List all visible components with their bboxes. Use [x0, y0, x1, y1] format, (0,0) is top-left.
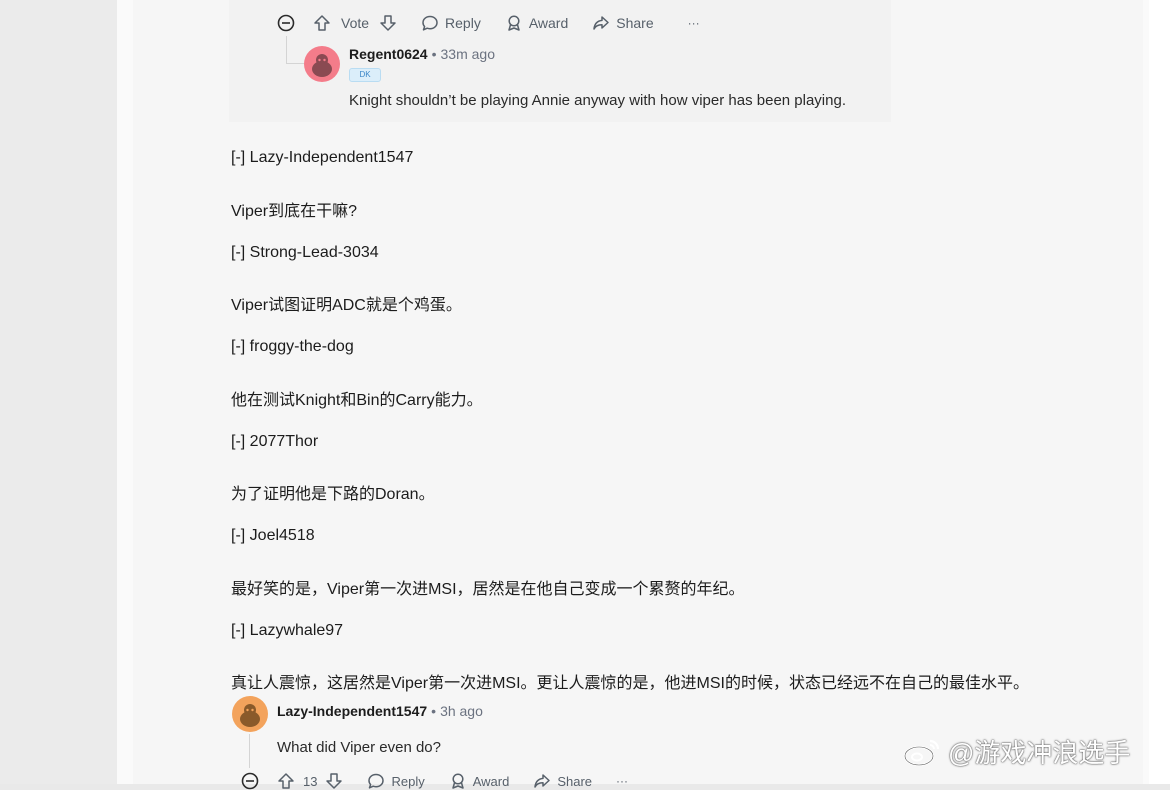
share-label: Share — [616, 15, 654, 31]
collapse-button[interactable] — [241, 772, 259, 790]
comment-action-bar: Vote Reply Award Share ··· — [277, 14, 724, 32]
comment-action-bar: 13 Reply Award Share ··· — [241, 772, 652, 790]
commenter-name: [-] Lazy-Independent1547 — [231, 149, 414, 166]
vote-control: 13 — [277, 772, 343, 790]
weibo-icon — [903, 739, 940, 766]
translated-comment: 为了证明他是下路的Doran。 — [231, 486, 435, 503]
downvote-icon[interactable] — [325, 772, 343, 790]
award-label: Award — [528, 15, 569, 31]
more-options-button[interactable]: ··· — [616, 774, 628, 788]
separator-dot: • — [431, 46, 437, 62]
share-button[interactable]: Share — [592, 14, 654, 32]
vote-count: 13 — [303, 773, 318, 789]
translated-comment: Viper到底在干嘛? — [231, 203, 357, 220]
upvote-icon[interactable] — [313, 14, 331, 32]
comment-text: Knight shouldn’t be playing Annie anyway… — [349, 92, 846, 109]
commenter-name: [-] Strong-Lead-3034 — [231, 244, 379, 261]
more-options-icon: ··· — [687, 16, 700, 30]
avatar[interactable] — [304, 46, 340, 82]
watermark-text: @游戏冲浪选手 — [948, 738, 1131, 768]
right-strip — [1149, 0, 1170, 784]
comment-meta: Lazy-Independent1547 • 3h ago — [277, 703, 483, 719]
reply-icon — [422, 15, 438, 31]
share-icon — [534, 774, 551, 788]
watermark: @游戏冲浪选手 — [902, 733, 1130, 770]
thread-line-branch — [286, 63, 304, 64]
downvote-icon[interactable] — [379, 14, 397, 32]
commenter-name: [-] Lazywhale97 — [231, 622, 344, 639]
comment-text: What did Viper even do? — [277, 739, 441, 756]
award-icon — [508, 15, 520, 31]
upvote-icon[interactable] — [277, 772, 295, 790]
collapse-icon — [277, 14, 295, 32]
thread-line — [249, 734, 250, 768]
more-options-button[interactable]: ··· — [688, 16, 700, 30]
translated-comment: 最好笑的是，Viper第一次进MSI，居然是在他自己变成一个累赘的年纪。 — [231, 581, 745, 598]
vote-control: Vote — [313, 14, 397, 32]
award-icon — [451, 773, 464, 789]
reply-button[interactable]: Reply — [421, 14, 481, 32]
share-button[interactable]: Share — [533, 772, 592, 790]
username[interactable]: Regent0624 — [349, 46, 428, 62]
commenter-name: [-] Joel4518 — [231, 527, 315, 544]
avatar[interactable] — [232, 696, 268, 732]
reply-label: Reply — [445, 15, 481, 31]
more-options-icon: ··· — [616, 774, 629, 788]
award-label: Award — [472, 773, 510, 789]
translated-comment: Viper试图证明ADC就是个鸡蛋。 — [231, 297, 462, 314]
reply-label: Reply — [391, 773, 425, 789]
award-button[interactable]: Award — [449, 772, 510, 790]
user-flair: DK — [349, 68, 381, 82]
commenter-name: [-] froggy-the-dog — [231, 338, 354, 355]
timestamp: 33m ago — [440, 46, 495, 62]
award-button[interactable]: Award — [505, 14, 568, 32]
separator-dot: • — [431, 703, 437, 719]
collapse-button[interactable] — [277, 14, 295, 32]
collapse-icon — [241, 772, 259, 790]
translated-comment: 真让人震惊，这居然是Viper第一次进MSI。更让人震惊的是，他进MSI的时候，… — [231, 675, 1029, 692]
commenter-name: [-] 2077Thor — [231, 433, 319, 450]
translated-comment: 他在测试Knight和Bin的Carry能力。 — [231, 392, 483, 409]
comment-meta: Regent0624 • 33m ago — [349, 46, 495, 62]
left-gutter — [0, 0, 117, 784]
thread-line — [286, 36, 287, 64]
share-icon — [593, 16, 610, 30]
reply-button[interactable]: Reply — [367, 772, 425, 790]
reply-icon — [368, 773, 385, 789]
vote-label: Vote — [341, 15, 370, 31]
share-label: Share — [557, 773, 593, 789]
timestamp: 3h ago — [440, 703, 483, 719]
username[interactable]: Lazy-Independent1547 — [277, 703, 427, 719]
